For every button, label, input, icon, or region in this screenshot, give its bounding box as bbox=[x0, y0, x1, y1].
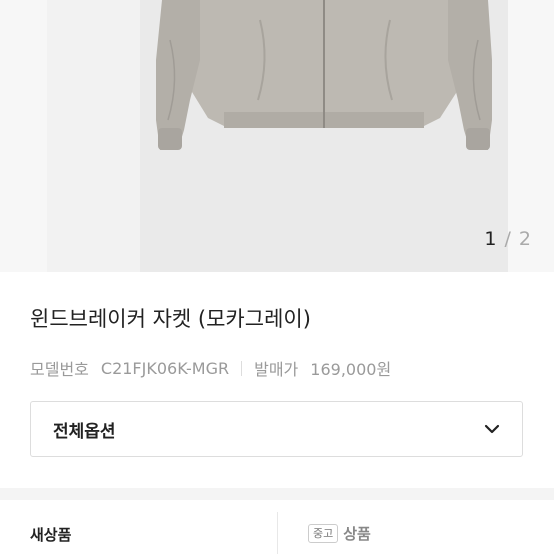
tab-used-product[interactable]: 중고 상품 bbox=[308, 523, 371, 544]
product-photo bbox=[140, 0, 508, 272]
used-badge: 중고 bbox=[308, 524, 339, 543]
meta-divider bbox=[241, 360, 243, 376]
used-product-label: 상품 bbox=[343, 525, 371, 543]
jacket-image bbox=[156, 0, 492, 150]
product-image-gallery[interactable]: 1 / 2 bbox=[0, 0, 554, 272]
jacket-right-sleeve bbox=[448, 0, 492, 150]
product-photo-panel bbox=[47, 0, 508, 272]
image-counter-total: 2 bbox=[518, 228, 532, 250]
all-options-label: 전체옵션 bbox=[53, 421, 116, 442]
section-divider bbox=[0, 488, 554, 500]
tab-new-product[interactable]: 새상품 bbox=[30, 524, 71, 545]
jacket-left-cuff bbox=[158, 128, 182, 150]
image-counter-current: 1 bbox=[484, 228, 498, 250]
product-meta: 모델번호 C21FJK06K-MGR 발매가 169,000원 bbox=[30, 356, 391, 380]
product-title: 윈드브레이커 자켓 (모카그레이) bbox=[30, 307, 311, 331]
release-price-value: 169,000원 bbox=[310, 360, 392, 379]
model-number-label: 모델번호 bbox=[30, 360, 89, 379]
all-options-dropdown[interactable]: 전체옵션 bbox=[30, 401, 523, 457]
jacket-left-sleeve bbox=[156, 0, 200, 150]
image-counter: 1 / 2 bbox=[484, 228, 532, 250]
jacket-right-cuff bbox=[466, 128, 490, 150]
tab-divider bbox=[277, 512, 278, 554]
chevron-down-icon bbox=[484, 424, 500, 434]
release-price-label: 발매가 bbox=[254, 360, 299, 379]
image-counter-separator: / bbox=[497, 228, 519, 250]
model-number-value: C21FJK06K-MGR bbox=[100, 358, 230, 378]
